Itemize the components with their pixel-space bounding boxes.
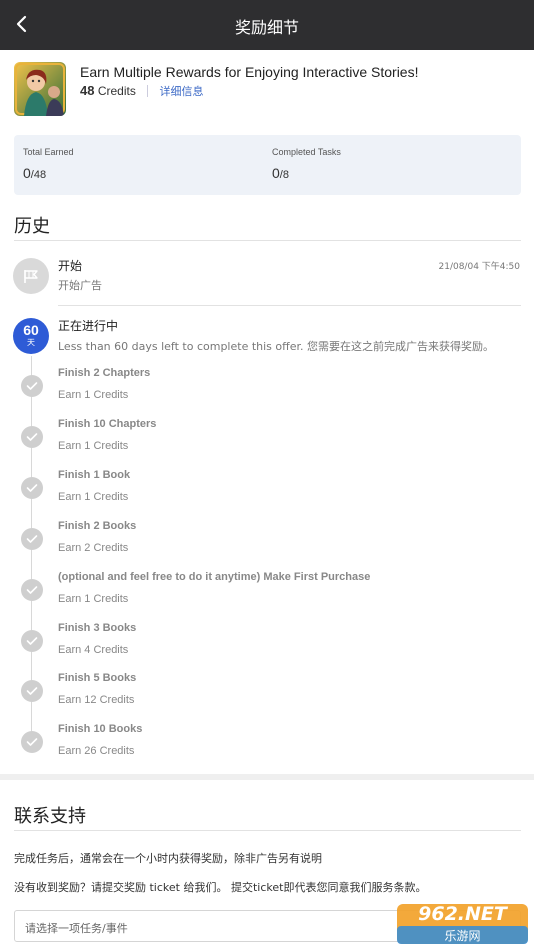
total-earned-value: 0/48 [23, 165, 74, 181]
task-row: Finish 5 Books Earn 12 Credits [0, 672, 534, 728]
task-row: Finish 10 Chapters Earn 1 Credits [0, 418, 534, 474]
total-earned-total: /48 [30, 169, 47, 181]
start-event-title: 开始 [58, 259, 83, 273]
completed-tasks-value: 0/8 [272, 165, 341, 181]
check-circle-icon [21, 630, 43, 652]
task-credits: Earn 2 Credits [58, 542, 129, 554]
total-earned-stat: Total Earned 0/48 [23, 147, 74, 181]
credits-unit: Credits [97, 84, 136, 98]
days-left-unit: 天 [27, 338, 35, 347]
offer-title: Earn Multiple Rewards for Enjoying Inter… [80, 64, 419, 80]
progress-event-subtitle: Less than 60 days left to complete this … [58, 340, 494, 353]
watermark-subtitle: 乐游网 [444, 929, 481, 943]
progress-event-title: 正在进行中 [58, 319, 119, 333]
task-name: Finish 3 Books [58, 622, 137, 634]
task-row: Finish 1 Book Earn 1 Credits [0, 469, 534, 525]
task-name: Finish 2 Chapters [58, 367, 151, 379]
task-row: (optional and feel free to do it anytime… [0, 571, 534, 627]
page-title: 奖励细节 [234, 18, 299, 37]
task-name: Finish 10 Chapters [58, 418, 157, 430]
offer-credits: 48 Credits 详细信息 [80, 83, 204, 99]
check-circle-icon [21, 528, 43, 550]
completed-tasks-number: 0 [272, 165, 280, 181]
task-row: Finish 2 Chapters Earn 1 Credits [0, 367, 534, 423]
task-name: Finish 5 Books [58, 672, 137, 684]
days-left-number: 60 [23, 322, 39, 338]
task-credits: Earn 4 Credits [58, 644, 129, 656]
stats-panel: Total Earned 0/48 Completed Tasks 0/8 [14, 135, 521, 195]
completed-tasks-stat: Completed Tasks 0/8 [272, 147, 341, 181]
check-circle-icon [21, 375, 43, 397]
check-circle-icon [21, 579, 43, 601]
divider [14, 830, 521, 831]
task-credits: Earn 1 Credits [58, 491, 129, 503]
section-divider [0, 774, 534, 780]
flag-icon [24, 270, 38, 283]
task-credits: Earn 26 Credits [58, 745, 135, 757]
support-heading: 联系支持 [14, 806, 86, 827]
task-credits: Earn 1 Credits [58, 440, 129, 452]
task-name: Finish 10 Books [58, 723, 143, 735]
support-ticket-text: 没有收到奖励？请提交奖励 ticket 给我们。 提交ticket即代表您同意我… [14, 881, 427, 894]
days-left-badge: 60 天 [13, 318, 49, 354]
top-bar: 奖励细节 [0, 0, 534, 50]
divider [58, 305, 521, 306]
task-row: Finish 2 Books Earn 2 Credits [0, 520, 534, 576]
total-earned-label: Total Earned [23, 147, 74, 157]
support-info-text: 完成任务后，通常会在一个小时内获得奖励，除非广告另有说明 [14, 852, 322, 865]
task-credits: Earn 1 Credits [58, 593, 129, 605]
credits-value: 48 [80, 83, 95, 98]
start-event-icon [13, 258, 49, 294]
details-link[interactable]: 详细信息 [160, 85, 204, 98]
check-circle-icon [21, 731, 43, 753]
divider [14, 240, 521, 241]
task-row: Finish 10 Books Earn 26 Credits [0, 723, 534, 779]
check-circle-icon [21, 680, 43, 702]
watermark-logo: 962.NET 乐游网 [395, 902, 530, 946]
app-icon [14, 62, 66, 116]
select-placeholder: 请选择一项任务/事件 [25, 922, 128, 935]
check-circle-icon [21, 426, 43, 448]
task-name: Finish 2 Books [58, 520, 137, 532]
total-earned-number: 0 [23, 165, 31, 181]
check-circle-icon [21, 477, 43, 499]
task-credits: Earn 1 Credits [58, 389, 129, 401]
start-event-time: 21/08/04 下午4:50 [438, 262, 521, 272]
completed-tasks-total: /8 [279, 169, 289, 181]
watermark-brand: 962.NET [418, 903, 507, 925]
task-name: (optional and feel free to do it anytime… [58, 571, 371, 583]
task-credits: Earn 12 Credits [58, 694, 135, 706]
start-event-subtitle: 开始广告 [58, 279, 102, 292]
history-heading: 历史 [14, 216, 50, 237]
divider [147, 85, 149, 97]
completed-tasks-label: Completed Tasks [272, 147, 341, 157]
task-name: Finish 1 Book [58, 469, 131, 481]
offer-summary: Earn Multiple Rewards for Enjoying Inter… [14, 62, 520, 118]
task-row: Finish 3 Books Earn 4 Credits [0, 622, 534, 678]
